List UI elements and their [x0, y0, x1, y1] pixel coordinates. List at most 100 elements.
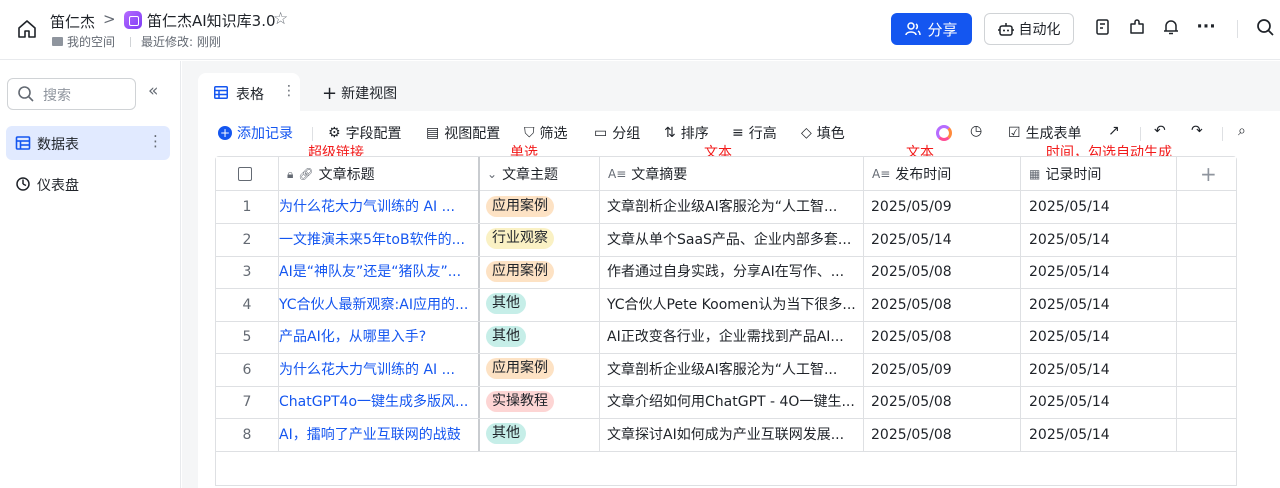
row-number[interactable]: 3 — [216, 256, 278, 288]
new-view-button[interactable]: + 新建视图 — [322, 83, 397, 104]
search-icon[interactable] — [1254, 18, 1276, 40]
add-record-button[interactable]: + 添加记录 — [218, 123, 293, 143]
collapse-sidebar-icon[interactable]: « — [148, 81, 158, 101]
more-vertical-icon[interactable]: ⋮ — [148, 132, 163, 150]
row-number[interactable]: 4 — [216, 289, 278, 321]
topic-cell[interactable]: 其他 — [486, 289, 596, 321]
topic-cell[interactable]: 应用案例 — [486, 256, 596, 288]
ai-ring-icon[interactable] — [936, 125, 952, 141]
redo-button[interactable]: ↷ — [1191, 123, 1203, 139]
bell-icon[interactable] — [1160, 18, 1182, 40]
table-row[interactable]: 5 产品AI化，从哪里入手? 其他 AI正改变各行业，企业需找到产品AI... 2025… — [216, 321, 1236, 354]
table-row[interactable]: 4 YC合伙人最新观察:AI应用的... 其他 YC合伙人Pete Koomen认为当… — [216, 289, 1236, 322]
group-button[interactable]: ▭ 分组 — [594, 123, 640, 143]
table-row[interactable]: 8 AI，擂响了产业互联网的战鼓 其他 文章探讨AI如何成为产业互联网发展... 202… — [216, 419, 1236, 452]
article-title-link[interactable]: 为什么花大力气训练的 AI ... — [279, 191, 477, 223]
row-number[interactable]: 6 — [216, 354, 278, 386]
row-number[interactable]: 7 — [216, 386, 278, 418]
more-icon[interactable]: ··· — [1195, 16, 1217, 38]
summary-cell[interactable]: YC合伙人Pete Koomen认为当下很多... — [607, 289, 867, 321]
summary-cell[interactable]: 文章剖析企业级AI客服沦为“人工智... — [607, 354, 867, 386]
summary-cell[interactable]: 文章从单个SaaS产品、企业内部多套... — [607, 224, 867, 256]
article-title-link[interactable]: 产品AI化，从哪里入手? — [279, 321, 477, 353]
row-number[interactable]: 2 — [216, 224, 278, 256]
summary-cell[interactable]: 作者通过自身实践，分享AI在写作、... — [607, 256, 867, 288]
table-row[interactable]: 2 一文推演未来5年toB软件的... 行业观察 文章从单个SaaS产品、企业内部多套… — [216, 224, 1236, 257]
generate-form-button[interactable]: ☑ 生成表单 — [1008, 123, 1082, 143]
field-config-button[interactable]: ⚙ 字段配置 — [328, 123, 402, 143]
breadcrumb-root[interactable]: 笛仁杰 — [50, 11, 95, 32]
tab-grid-view[interactable]: 表格 ⋮ — [198, 73, 300, 111]
view-config-button[interactable]: ▤ 视图配置 — [426, 123, 500, 143]
column-header-topic[interactable]: ⌄ 文章主题 — [479, 157, 558, 191]
publish-time-cell[interactable]: 2025/05/09 — [871, 354, 1021, 386]
summary-cell[interactable]: 文章介绍如何用ChatGPT - 4O一键生... — [607, 386, 867, 418]
table-row[interactable]: 3 AI是“神队友”还是“猪队友”... 应用案例 作者通过自身实践，分享AI在写作、… — [216, 256, 1236, 289]
row-number[interactable]: 8 — [216, 419, 278, 451]
plugin-icon[interactable] — [1126, 18, 1148, 40]
publish-time-cell[interactable]: 2025/05/14 — [871, 224, 1021, 256]
publish-time-cell[interactable]: 2025/05/08 — [871, 321, 1021, 353]
publish-time-cell[interactable]: 2025/05/08 — [871, 256, 1021, 288]
column-header-title[interactable]: 🔒︎ 🔗︎ 文章标题 — [279, 157, 375, 191]
column-header-publish-time[interactable]: A≡ 发布时间 — [864, 157, 951, 191]
star-icon[interactable]: ☆ — [273, 9, 288, 29]
topic-cell[interactable]: 其他 — [486, 321, 596, 353]
form-icon[interactable] — [1092, 18, 1114, 40]
summary-cell[interactable]: 文章剖析企业级AI客服沦为“人工智... — [607, 191, 867, 223]
undo-button[interactable]: ↶ — [1154, 123, 1166, 139]
select-all-checkbox[interactable] — [233, 157, 252, 191]
history-button[interactable]: ◷ — [970, 123, 982, 139]
article-title-link[interactable]: AI，擂响了产业互联网的战鼓 — [279, 419, 477, 451]
record-time-cell[interactable]: 2025/05/14 — [1029, 289, 1179, 321]
row-number[interactable]: 1 — [216, 191, 278, 223]
article-title-link[interactable]: 为什么花大力气训练的 AI ... — [279, 354, 477, 386]
table-row[interactable]: 7 ChatGPT4o一键生成多版风... 实操教程 文章介绍如何用ChatGPT -… — [216, 386, 1236, 419]
find-button[interactable]: ⌕ — [1238, 123, 1246, 139]
article-title-link[interactable]: AI是“神队友”还是“猪队友”... — [279, 256, 477, 288]
doc-title[interactable]: 笛仁杰AI知识库3.0 — [147, 10, 276, 31]
summary-cell[interactable]: AI正改变各行业，企业需找到产品AI... — [607, 321, 867, 353]
publish-time-cell[interactable]: 2025/05/08 — [871, 419, 1021, 451]
record-time-cell[interactable]: 2025/05/14 — [1029, 321, 1179, 353]
publish-time-cell[interactable]: 2025/05/09 — [871, 191, 1021, 223]
article-title-link[interactable]: ChatGPT4o一键生成多版风... — [279, 386, 477, 418]
sort-button[interactable]: ⇅ 排序 — [664, 123, 709, 143]
topic-cell[interactable]: 其他 — [486, 419, 596, 451]
column-header-summary[interactable]: A≡ 文章摘要 — [600, 157, 687, 191]
article-title-link[interactable]: 一文推演未来5年toB软件的... — [279, 224, 477, 256]
publish-time-cell[interactable]: 2025/05/08 — [871, 289, 1021, 321]
record-time-cell[interactable]: 2025/05/14 — [1029, 256, 1179, 288]
article-title-link[interactable]: YC合伙人最新观察:AI应用的... — [279, 289, 477, 321]
record-time-cell[interactable]: 2025/05/14 — [1029, 191, 1179, 223]
record-time-cell[interactable]: 2025/05/14 — [1029, 354, 1179, 386]
automation-button[interactable]: 自动化 — [984, 13, 1074, 45]
publish-time-cell[interactable]: 2025/05/08 — [871, 386, 1021, 418]
sort-label: 排序 — [680, 126, 709, 142]
filter-button[interactable]: ⛉ 筛选 — [524, 123, 568, 143]
record-time-cell[interactable]: 2025/05/14 — [1029, 419, 1179, 451]
share-button[interactable]: 分享 — [891, 13, 972, 45]
home-icon[interactable] — [16, 18, 38, 40]
sidebar-search-input[interactable]: 搜索 — [7, 78, 136, 110]
row-number[interactable]: 5 — [216, 321, 278, 353]
topic-cell[interactable]: 实操教程 — [486, 386, 596, 418]
share-view-button[interactable]: ↗ — [1108, 123, 1120, 139]
topic-cell[interactable]: 应用案例 — [486, 354, 596, 386]
table-row[interactable]: 1 为什么花大力气训练的 AI ... 应用案例 文章剖析企业级AI客服沦为“人工智.… — [216, 191, 1236, 224]
table-row[interactable]: 6 为什么花大力气训练的 AI ... 应用案例 文章剖析企业级AI客服沦为“人工智.… — [216, 354, 1236, 387]
record-time-cell[interactable]: 2025/05/14 — [1029, 386, 1179, 418]
fill-color-button[interactable]: ◇ 填色 — [801, 123, 845, 143]
column-header-record-time[interactable]: ▦ 记录时间 — [1021, 157, 1101, 191]
summary-cell[interactable]: 文章探讨AI如何成为产业互联网发展... — [607, 419, 867, 451]
sidebar-item-dashboard[interactable]: 仪表盘 — [6, 167, 170, 201]
space-link[interactable]: 我的空间 — [67, 33, 115, 50]
row-height-button[interactable]: ≡ 行高 — [732, 123, 777, 143]
add-column-button[interactable]: + — [1192, 157, 1217, 191]
more-vertical-icon[interactable]: ⋮ — [282, 83, 296, 99]
record-time-cell[interactable]: 2025/05/14 — [1029, 224, 1179, 256]
divider — [312, 127, 313, 141]
topic-cell[interactable]: 应用案例 — [486, 191, 596, 223]
topic-cell[interactable]: 行业观察 — [486, 224, 596, 256]
sidebar-item-datatable[interactable]: 数据表 ⋮ — [6, 126, 170, 160]
